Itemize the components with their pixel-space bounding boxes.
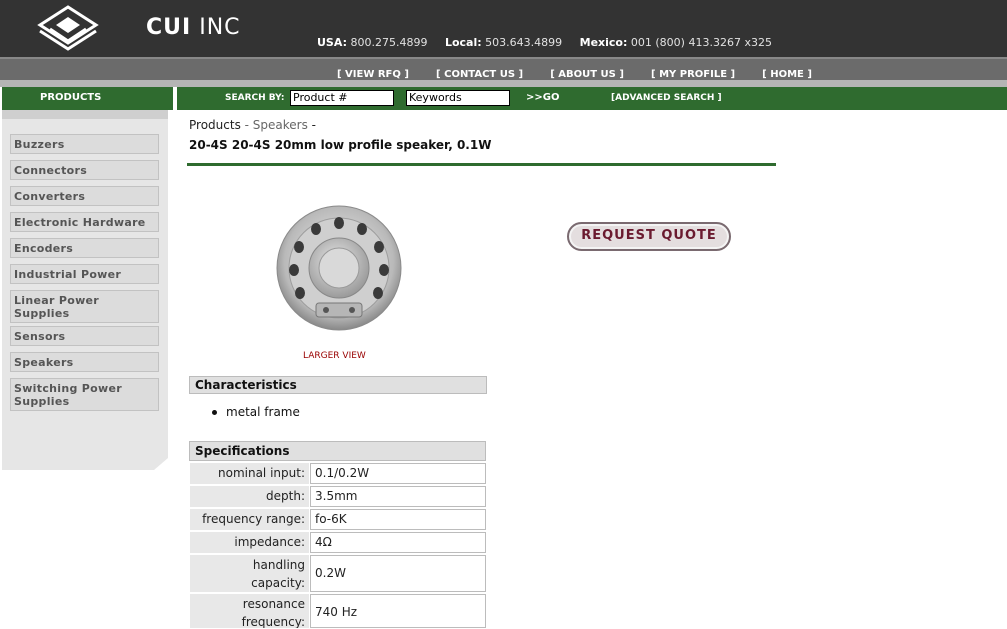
sidebar-item-electronic-hardware[interactable]: Electronic Hardware bbox=[10, 212, 159, 232]
sidebar-item-connectors[interactable]: Connectors bbox=[10, 160, 159, 180]
spec-value: 0.2W bbox=[310, 555, 486, 592]
phone-value-local: 503.643.4899 bbox=[485, 36, 563, 49]
spec-value: 4Ω bbox=[310, 532, 486, 553]
site-header: CUI INC USA: 800.275.4899 Local: 503.643… bbox=[0, 0, 1007, 57]
characteristics-heading: Characteristics bbox=[189, 376, 487, 394]
spec-label: nominal input: bbox=[190, 463, 309, 484]
phone-label-mexico: Mexico: bbox=[579, 36, 628, 49]
phone-numbers: USA: 800.275.4899 Local: 503.643.4899 Me… bbox=[317, 36, 786, 49]
products-tab[interactable]: PRODUCTS bbox=[2, 87, 173, 110]
spec-value: 3.5mm bbox=[310, 486, 486, 507]
product-image[interactable] bbox=[274, 205, 404, 335]
sidebar-item-converters[interactable]: Converters bbox=[10, 186, 159, 206]
phone-value-usa: 800.275.4899 bbox=[350, 36, 428, 49]
spec-label: frequency range: bbox=[190, 509, 309, 530]
divider-strip bbox=[0, 80, 1007, 87]
spec-value: 0.1/0.2W bbox=[310, 463, 486, 484]
sidebar-item-linear-power-supplies[interactable]: Linear Power Supplies bbox=[10, 290, 159, 323]
spec-value: 740 Hz bbox=[310, 594, 486, 628]
product-sidebar: Buzzers Connectors Converters Electronic… bbox=[2, 110, 168, 470]
phone-label-usa: USA: bbox=[317, 36, 347, 49]
larger-view-link[interactable]: LARGER VIEW bbox=[303, 351, 366, 361]
sidebar-item-encoders[interactable]: Encoders bbox=[10, 238, 159, 258]
sidebar-item-sensors[interactable]: Sensors bbox=[10, 326, 159, 346]
list-item: metal frame bbox=[226, 405, 300, 419]
nav-contact-us[interactable]: [ CONTACT US ] bbox=[436, 69, 523, 80]
nav-view-rfq[interactable]: [ VIEW RFQ ] bbox=[337, 69, 409, 80]
search-bar: SEARCH BY: Product # Keywords >>GO [ADVA… bbox=[177, 87, 1007, 110]
nav-my-profile[interactable]: [ MY PROFILE ] bbox=[651, 69, 735, 80]
spec-label: handling capacity: bbox=[190, 555, 309, 592]
nav-about-us[interactable]: [ ABOUT US ] bbox=[550, 69, 624, 80]
phone-value-mexico: 001 (800) 413.3267 x325 bbox=[630, 36, 772, 49]
specifications-heading: Specifications bbox=[189, 441, 486, 461]
phone-label-local: Local: bbox=[444, 36, 482, 49]
sidebar-item-switching-power-supplies[interactable]: Switching Power Supplies bbox=[10, 378, 159, 411]
search-by-label: SEARCH BY: bbox=[225, 93, 285, 103]
page-title: 20-4S 20-4S 20mm low profile speaker, 0.… bbox=[189, 138, 492, 152]
logo-wordmark: CUI INC bbox=[146, 15, 241, 40]
product-number-input[interactable]: Product # bbox=[290, 90, 394, 106]
characteristics-list: metal frame bbox=[212, 405, 300, 419]
speaker-image-icon bbox=[276, 205, 402, 331]
go-button[interactable]: >>GO bbox=[526, 92, 559, 103]
bullet-icon bbox=[212, 410, 217, 415]
keywords-input[interactable]: Keywords bbox=[406, 90, 510, 106]
cui-logo[interactable]: CUI INC bbox=[36, 3, 240, 55]
request-quote-button[interactable]: REQUEST QUOTE bbox=[567, 222, 731, 251]
spec-label: resonance frequency: bbox=[190, 594, 309, 628]
spec-value: fo-6K bbox=[310, 509, 486, 530]
nav-home[interactable]: [ HOME ] bbox=[762, 69, 812, 80]
advanced-search-link[interactable]: [ADVANCED SEARCH ] bbox=[611, 93, 722, 103]
spec-label: impedance: bbox=[190, 532, 309, 553]
title-divider bbox=[187, 163, 776, 166]
spec-label: depth: bbox=[190, 486, 309, 507]
breadcrumb-products[interactable]: Products bbox=[189, 118, 241, 132]
breadcrumb: Products - Speakers - bbox=[189, 118, 317, 132]
search-bar-row: PRODUCTS SEARCH BY: Product # Keywords >… bbox=[0, 87, 1007, 110]
breadcrumb-speakers[interactable]: Speakers bbox=[253, 118, 308, 132]
sidebar-item-speakers[interactable]: Speakers bbox=[10, 352, 159, 372]
sidebar-item-industrial-power[interactable]: Industrial Power bbox=[10, 264, 159, 284]
sidebar-item-buzzers[interactable]: Buzzers bbox=[10, 134, 159, 154]
cui-logo-icon bbox=[37, 5, 99, 51]
top-nav: [ VIEW RFQ ] [ CONTACT US ] [ ABOUT US ]… bbox=[0, 57, 1007, 80]
